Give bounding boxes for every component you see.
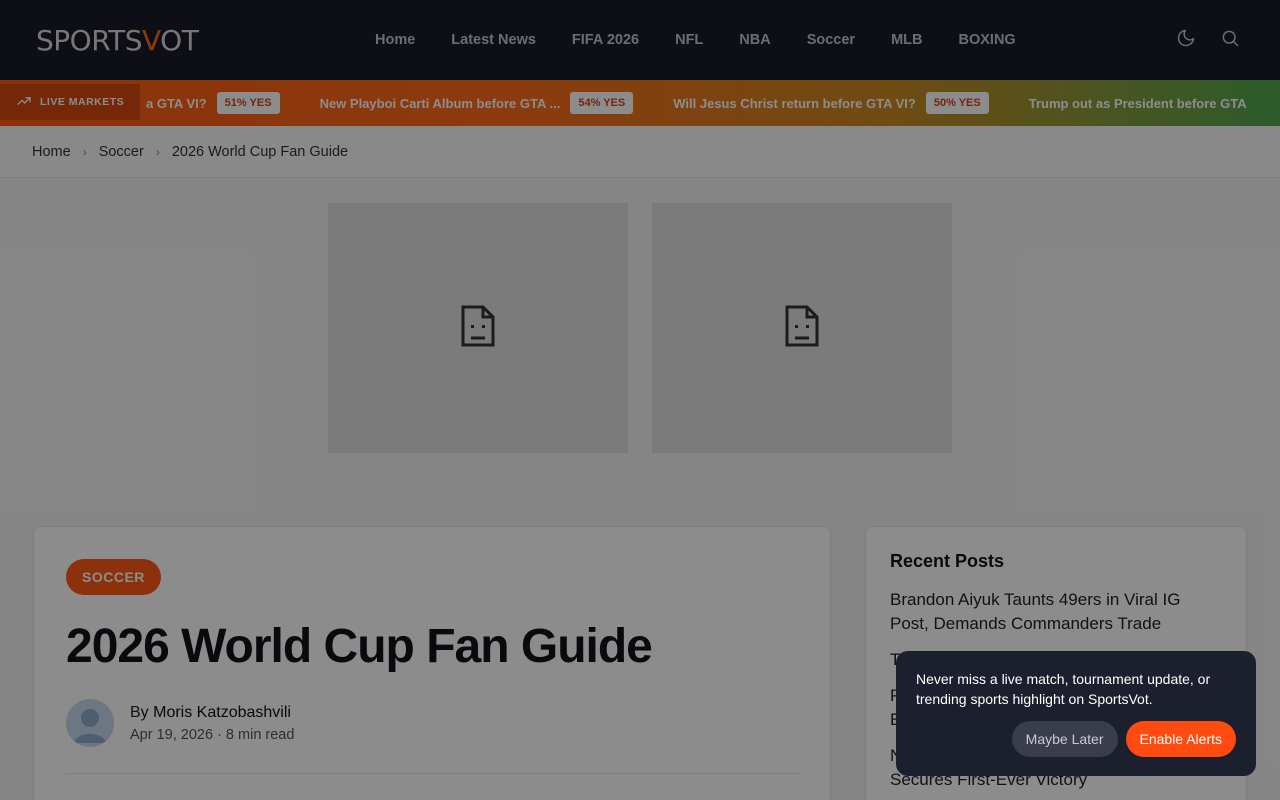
notification-actions: Maybe Later Enable Alerts [1011, 721, 1236, 757]
notification-message: Never miss a live match, tournament upda… [916, 671, 1211, 707]
maybe-later-button[interactable]: Maybe Later [1011, 721, 1118, 757]
enable-alerts-button[interactable]: Enable Alerts [1125, 721, 1236, 757]
notification-prompt: Never miss a live match, tournament upda… [896, 651, 1256, 776]
